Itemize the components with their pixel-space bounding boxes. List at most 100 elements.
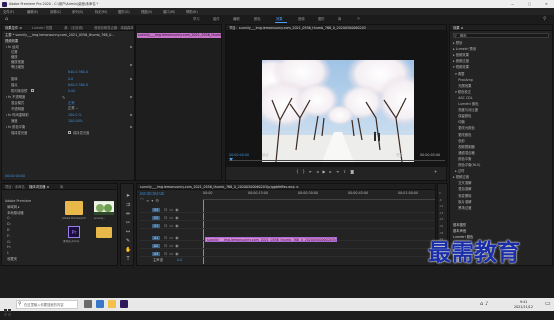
go-to-out-icon[interactable]: ⇥	[336, 169, 343, 174]
menu-view[interactable]: 视图(V)	[141, 10, 152, 14]
task-view-icon[interactable]	[84, 300, 92, 308]
position-value[interactable]: 640.0 360.0	[68, 70, 88, 74]
program-timecode-left[interactable]: 00:00:00:00	[229, 153, 249, 157]
menu-clip[interactable]: 剪辑(C)	[50, 10, 61, 14]
uniform-scale-checkbox[interactable]	[31, 89, 34, 92]
resolution-dropdown[interactable]: 完整	[396, 153, 403, 157]
eye-icon[interactable]: ◉	[175, 207, 181, 212]
home-icon[interactable]: ⌂	[5, 16, 8, 22]
anti-flicker-value[interactable]: 0.00	[68, 89, 75, 93]
reset-icon[interactable]	[130, 46, 132, 48]
track-label[interactable]: A1	[152, 235, 160, 240]
ripple-edit-icon[interactable]: ⇹	[125, 210, 131, 219]
track-select-icon[interactable]: ⇉	[125, 201, 131, 210]
tab-sequence[interactable]: sunnily___img.lemonsunny.com_2021_0556_t…	[140, 185, 430, 189]
tab-program[interactable]: 节目：sunnily___img.lemonsunny.com_2021_055…	[229, 26, 444, 30]
track-label[interactable]: V3	[152, 207, 160, 212]
folder-thumbnail-2[interactable]	[96, 227, 112, 238]
panel-essential-sound[interactable]: 基本声音	[453, 229, 466, 233]
pen-icon[interactable]: ✎	[62, 95, 65, 100]
effects-list-item[interactable]: 交叉溶解	[453, 181, 551, 185]
master-track-value[interactable]: 0.0	[177, 258, 182, 262]
effects-search-input[interactable]: 颜色	[453, 33, 549, 38]
search-icon[interactable]: ⚲	[543, 16, 547, 22]
menu-help[interactable]: 帮助(H)	[186, 10, 198, 14]
tab-media-browser[interactable]: 媒体浏览器 ≡	[29, 185, 49, 189]
workspace-graphics[interactable]: 图形	[318, 17, 325, 21]
hand-tool-icon[interactable]: ✋	[125, 246, 131, 255]
tab-project[interactable]: 项目：未命名	[5, 185, 25, 189]
effects-list-item[interactable]: ▾ 视频效果	[453, 65, 551, 69]
anchor-value[interactable]: 640.0 360.0	[68, 83, 88, 87]
eye-icon[interactable]: ◉	[175, 215, 181, 220]
row-motion[interactable]: fx 运动	[6, 45, 19, 49]
effects-list-item[interactable]: 光照效果	[453, 84, 551, 88]
effects-list-item[interactable]: ▸ 过时	[453, 169, 551, 173]
effects-list-item[interactable]: 叠加溶解	[453, 187, 551, 191]
effects-list-item[interactable]: 通道混合器	[453, 151, 551, 155]
folder-tree-item[interactable]: 局域网 ▸	[5, 205, 57, 209]
export-frame-icon[interactable]: ◙	[350, 169, 358, 174]
clock-time[interactable]: 9:41	[520, 300, 527, 304]
folder-tree-item[interactable]: F:	[5, 234, 57, 238]
menu-file[interactable]: 文件(F)	[3, 10, 14, 14]
effects-list-item[interactable]: 颜色平衡(HLS)	[453, 163, 551, 167]
type-tool-icon[interactable]: T	[125, 255, 131, 264]
playhead-icon[interactable]	[229, 158, 233, 161]
effects-list-item[interactable]: 亮度与对比度	[453, 108, 551, 112]
menu-marker[interactable]: 标记(M)	[95, 10, 107, 14]
tab-lumetri-scopes[interactable]: Lumetri 范围	[32, 26, 52, 30]
row-color-balance[interactable]: fx 颜色平衡	[6, 125, 25, 129]
clock-date[interactable]: 2021/11/12	[514, 305, 533, 309]
workspace-libraries[interactable]: 库	[338, 17, 341, 21]
effects-list-item[interactable]: 均衡	[453, 120, 551, 124]
menu-edit[interactable]: 编辑(E)	[27, 10, 38, 14]
effects-list-item[interactable]: 渐变擦除	[453, 194, 551, 198]
workspace-assembly[interactable]: 组件	[213, 17, 220, 21]
opacity-value[interactable]: 100.0 %	[68, 113, 82, 117]
folder-tree-item[interactable]: E:	[5, 228, 57, 232]
folder-tree-item[interactable]: Adobe Premiere	[5, 199, 57, 203]
folder-tree-item[interactable]: 本地驱动器	[5, 211, 57, 215]
reset-icon[interactable]	[130, 114, 132, 116]
track-label[interactable]: A2	[152, 243, 160, 248]
row-opacity[interactable]: fx 不透明度	[6, 95, 25, 99]
effects-list-item[interactable]: ▸ 音频效果	[453, 53, 551, 57]
preserve-luminosity-checkbox[interactable]	[68, 131, 71, 134]
effects-list-item[interactable]: 胶片溶解	[453, 200, 551, 204]
effects-list-item[interactable]: ▾ 颜色校正	[453, 90, 551, 94]
folder-tree-item[interactable]: D:	[5, 222, 57, 226]
premiere-taskbar-icon[interactable]	[120, 300, 128, 308]
effects-list-item[interactable]: 更改为颜色	[453, 126, 551, 130]
blend-mode-value[interactable]: 正常	[68, 101, 75, 105]
tab-source[interactable]: 源：(无剪辑)	[64, 26, 83, 30]
folder-tree-item[interactable]: H:	[5, 245, 57, 249]
speed-value[interactable]: 100.00%	[68, 119, 83, 123]
menu-graphics[interactable]: 图形(G)	[118, 10, 130, 14]
minimize-button[interactable]: —	[511, 2, 514, 6]
image-thumbnail[interactable]	[94, 201, 114, 215]
reset-icon[interactable]	[130, 64, 132, 66]
reset-icon[interactable]	[130, 96, 132, 98]
effects-list-item[interactable]: 颜色平衡	[453, 157, 551, 161]
track-label[interactable]: V2	[152, 215, 160, 220]
blend-mode-dropdown[interactable]: 正常 ⌄	[68, 106, 78, 110]
track-label[interactable]: V1	[152, 223, 160, 228]
effects-list-item[interactable]: 视频限制器	[453, 145, 551, 149]
effects-list-item[interactable]: ▸ 预设	[453, 41, 551, 45]
effects-list-item[interactable]: 色彩	[453, 139, 551, 143]
panel-essential-graphics[interactable]: 基本图形	[453, 223, 466, 227]
effects-list-item[interactable]: 黑场过渡	[453, 206, 551, 210]
effects-list-item[interactable]: 保留颜色	[453, 114, 551, 118]
effects-list-item[interactable]: ▸ 视频过渡	[453, 175, 551, 179]
zoom-fit-dropdown[interactable]: 适合	[262, 153, 269, 157]
effect-controls-timecode[interactable]: 00:00:00:00	[5, 174, 25, 178]
tab-effects[interactable]: 效果 ≡	[453, 26, 463, 30]
maximize-button[interactable]: □	[528, 2, 531, 6]
workspace-editing[interactable]: 编辑	[233, 17, 240, 21]
clip-strip[interactable]: sunnily___img.lemonsunny.com_2021_0556_t…	[137, 33, 221, 38]
workspace-color[interactable]: 颜色	[254, 17, 261, 21]
eye-icon[interactable]: ◉	[175, 243, 181, 248]
taskbar-search-input[interactable]: 在这里输入你要搜索的内容	[16, 300, 78, 309]
eye-icon[interactable]: ◉	[175, 223, 181, 228]
